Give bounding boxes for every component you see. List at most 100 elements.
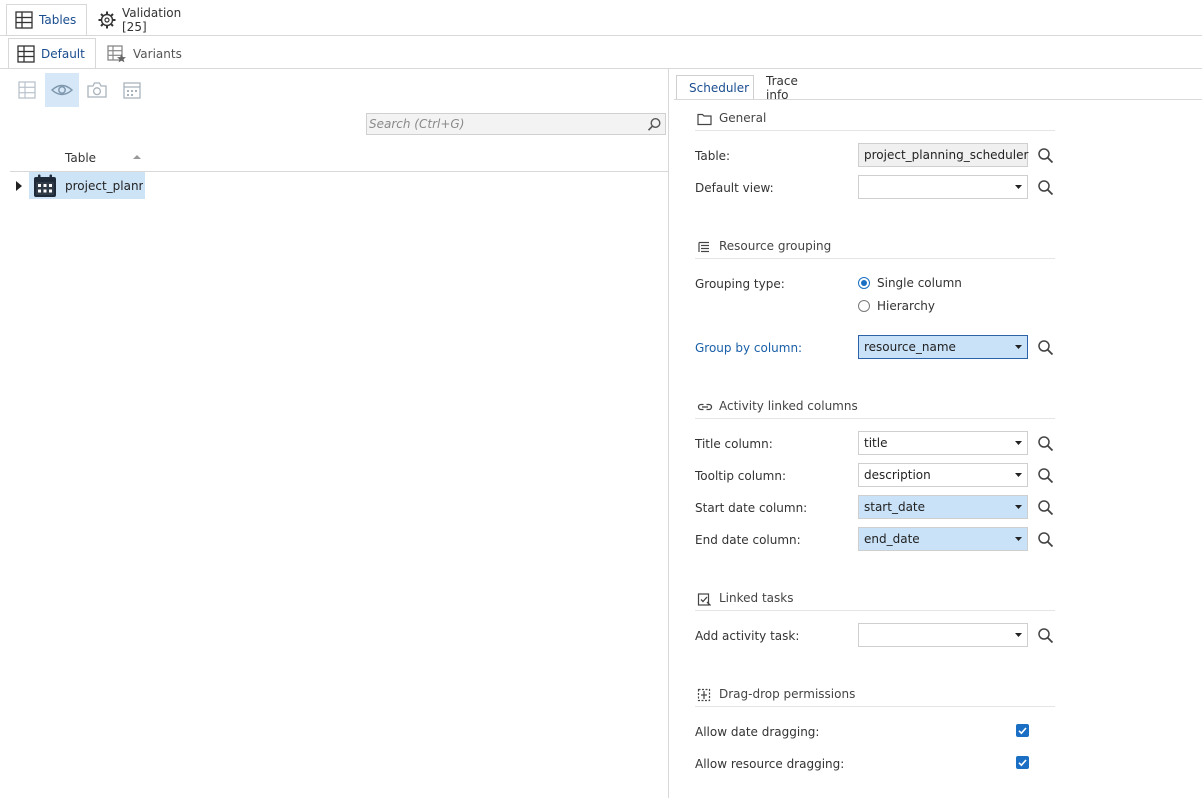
section-drag-drop-permissions: Drag-drop permissions [695, 686, 1055, 707]
chevron-down-icon [1015, 505, 1022, 509]
table-row[interactable]: project_planni [10, 172, 668, 200]
calendar-view-button[interactable] [115, 73, 149, 107]
link-icon [697, 400, 713, 414]
end-date-column-label: End date column: [695, 533, 801, 547]
subtab-default[interactable]: Default [8, 38, 96, 69]
section-linked-tasks: Linked tasks [695, 590, 1055, 611]
pane-splitter[interactable] [668, 69, 669, 798]
table-icon [15, 11, 33, 29]
right-tab-strip-divider [674, 99, 1202, 100]
column-header-label: Table [65, 151, 97, 165]
tab-tables[interactable]: Tables [6, 4, 87, 36]
default-view-label: Default view: [695, 181, 774, 195]
tab-validation[interactable]: Validation [25] [90, 4, 216, 36]
search-icon[interactable] [1037, 147, 1054, 164]
search-icon[interactable] [1037, 435, 1054, 452]
table-field: project_planning_scheduler [858, 143, 1028, 167]
tooltip-column-value: description [864, 468, 931, 482]
tab-tables-label: Tables [39, 13, 77, 27]
radio-hierarchy-dot[interactable] [858, 300, 870, 312]
grid-icon [17, 80, 37, 100]
tooltip-column-label: Tooltip column: [695, 469, 786, 483]
allow-resource-dragging-label: Allow resource dragging: [695, 757, 845, 771]
chevron-down-icon [1015, 633, 1022, 637]
eye-icon [50, 81, 74, 99]
start-date-column-label: Start date column: [695, 501, 808, 515]
search-icon[interactable] [647, 117, 662, 132]
table-star-icon [107, 44, 127, 63]
sort-ascending-icon [133, 154, 141, 160]
table-column-header[interactable]: Table [10, 147, 668, 172]
title-column-label: Title column: [695, 437, 773, 451]
section-linked-tasks-title: Linked tasks [719, 591, 794, 605]
search-icon[interactable] [1037, 179, 1054, 196]
radio-single-column[interactable]: Single column [858, 276, 962, 290]
group-by-column-dropdown[interactable]: resource_name [858, 335, 1028, 359]
search-box[interactable] [366, 113, 666, 135]
tab-trace-info[interactable]: Trace info [754, 73, 834, 102]
add-activity-task-dropdown[interactable] [858, 623, 1028, 647]
section-drag-drop-permissions-title: Drag-drop permissions [719, 687, 856, 701]
tab-scheduler-label: Scheduler [689, 80, 750, 95]
chevron-down-icon [1015, 185, 1022, 189]
search-icon[interactable] [1037, 467, 1054, 484]
allow-resource-dragging-checkbox[interactable] [1016, 756, 1029, 769]
tooltip-column-dropdown[interactable]: description [858, 463, 1028, 487]
search-icon[interactable] [1037, 499, 1054, 516]
section-general: General [695, 110, 1055, 131]
search-icon[interactable] [1037, 531, 1054, 548]
title-column-value: title [864, 436, 888, 450]
expand-arrow-icon[interactable] [16, 181, 22, 191]
task-check-icon [697, 592, 712, 607]
search-input[interactable] [367, 114, 639, 134]
table-icon [17, 44, 35, 63]
section-activity-linked-columns-title: Activity linked columns [719, 399, 858, 413]
table-field-label: Table: [695, 149, 731, 163]
search-icon[interactable] [1037, 627, 1054, 644]
subtab-variants[interactable]: Variants [99, 38, 189, 69]
calendar-table-icon [122, 80, 142, 100]
grid-view-button[interactable] [10, 73, 44, 107]
folder-icon [697, 112, 712, 126]
validation-gear-icon [98, 11, 116, 29]
grouping-type-label: Grouping type: [695, 277, 785, 291]
radio-hierarchy[interactable]: Hierarchy [858, 299, 935, 313]
group-by-column-label: Group by column: [695, 341, 803, 355]
end-date-column-dropdown[interactable]: end_date [858, 527, 1028, 551]
camera-icon [86, 80, 108, 100]
tab-strip-divider [0, 35, 1202, 36]
allow-date-dragging-label: Allow date dragging: [695, 725, 820, 739]
chevron-down-icon [1015, 537, 1022, 541]
start-date-column-dropdown[interactable]: start_date [858, 495, 1028, 519]
title-column-dropdown[interactable]: title [858, 431, 1028, 455]
list-group-icon [697, 240, 711, 254]
section-activity-linked-columns: Activity linked columns [695, 398, 1055, 419]
chevron-down-icon [1015, 473, 1022, 477]
start-date-column-value: start_date [864, 500, 926, 514]
calendar-icon [32, 173, 58, 199]
preview-button[interactable] [45, 73, 79, 107]
tab-validation-label: Validation [25] [122, 6, 182, 34]
drag-drop-icon [697, 688, 711, 702]
tab-trace-info-label: Trace info [766, 73, 798, 102]
add-activity-task-label: Add activity task: [695, 629, 800, 643]
radio-single-column-dot[interactable] [858, 277, 870, 289]
end-date-column-value: end_date [864, 532, 920, 546]
subtab-variants-label: Variants [133, 46, 182, 61]
table-field-value: project_planning_scheduler [864, 148, 1029, 162]
chevron-down-icon [1015, 441, 1022, 445]
subtab-default-label: Default [41, 46, 85, 61]
search-icon[interactable] [1037, 339, 1054, 356]
section-general-title: General [719, 111, 767, 125]
snapshot-button[interactable] [80, 73, 114, 107]
radio-hierarchy-label: Hierarchy [877, 299, 936, 313]
section-resource-grouping-title: Resource grouping [719, 239, 832, 253]
section-resource-grouping: Resource grouping [695, 238, 1055, 259]
radio-single-column-label: Single column [877, 276, 962, 290]
group-by-column-value: resource_name [864, 340, 956, 354]
tab-scheduler[interactable]: Scheduler [676, 75, 754, 100]
subtab-strip-divider [0, 68, 1202, 69]
table-row-label: project_planni [65, 179, 143, 193]
allow-date-dragging-checkbox[interactable] [1016, 724, 1029, 737]
default-view-dropdown[interactable] [858, 175, 1028, 199]
